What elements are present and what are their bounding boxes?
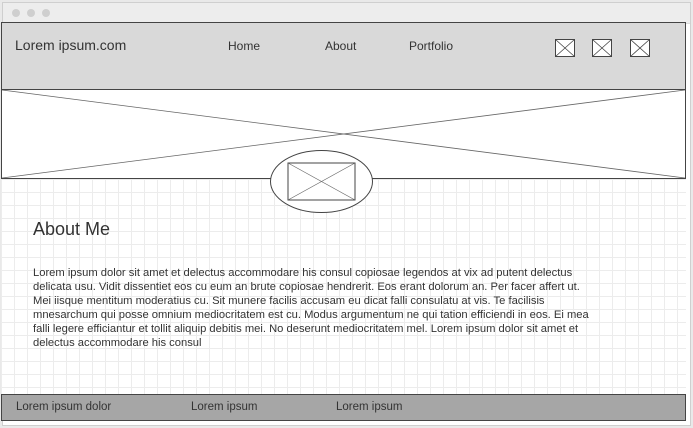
window-control-dot[interactable] — [12, 9, 20, 17]
footer-link-3[interactable]: Lorem ipsum — [336, 401, 402, 413]
window-control-dot[interactable] — [42, 9, 50, 17]
site-header: Lorem ipsum.com Home About Portfolio — [1, 22, 686, 90]
window-titlebar — [3, 3, 690, 24]
social-image-placeholder-icon[interactable] — [555, 39, 575, 57]
footer-link-2[interactable]: Lorem ipsum — [191, 401, 257, 413]
site-logo-title[interactable]: Lorem ipsum.com — [15, 37, 126, 53]
social-image-placeholder-icon[interactable] — [592, 39, 612, 57]
nav-link-about[interactable]: About — [325, 39, 356, 53]
nav-link-home[interactable]: Home — [228, 39, 260, 53]
window-control-dot[interactable] — [27, 9, 35, 17]
about-paragraph: Lorem ipsum dolor sit amet et delectus a… — [33, 267, 589, 349]
about-heading: About Me — [33, 219, 111, 239]
footer-link-1[interactable]: Lorem ipsum dolor — [16, 401, 111, 413]
site-footer: Lorem ipsum dolor Lorem ipsum Lorem ipsu… — [1, 394, 686, 421]
profile-avatar-placeholder — [270, 150, 373, 213]
nav-link-portfolio[interactable]: Portfolio — [409, 39, 453, 53]
social-image-placeholder-icon[interactable] — [630, 39, 650, 57]
